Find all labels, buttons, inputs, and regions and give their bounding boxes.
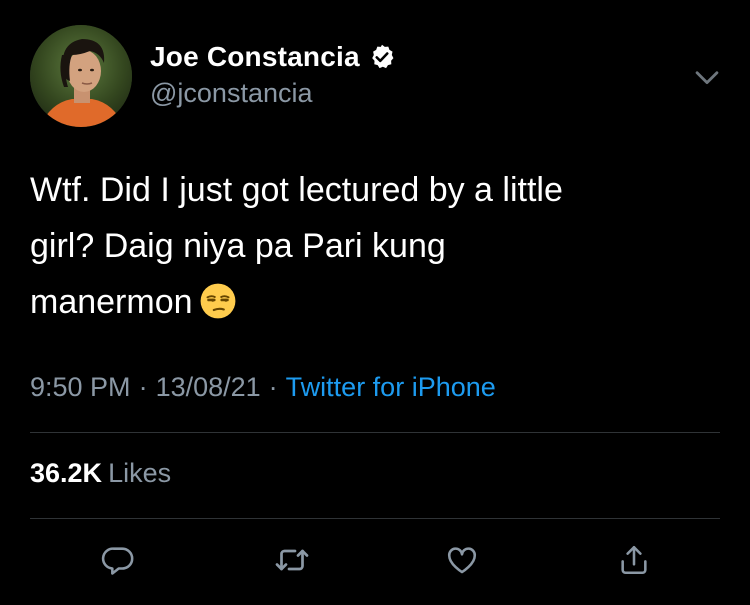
author-display-name[interactable]: Joe Constancia	[150, 41, 360, 73]
unamused-face-emoji-icon	[199, 281, 237, 319]
share-button[interactable]	[612, 540, 656, 584]
retweet-button[interactable]	[270, 540, 314, 584]
tweet-date[interactable]: 13/08/21	[156, 372, 261, 403]
verified-badge-icon	[368, 43, 396, 71]
tweet-text-line: Wtf. Did I just got lectured by a little	[30, 171, 563, 209]
avatar[interactable]	[30, 25, 132, 127]
tweet-source-link[interactable]: Twitter for iPhone	[286, 372, 496, 403]
likes-stat[interactable]: 36.2K Likes	[30, 458, 171, 489]
likes-label: Likes	[108, 458, 172, 488]
tweet-text-segment: manermon	[30, 283, 193, 321]
meta-separator: ·	[138, 372, 148, 402]
tweet-action-bar	[0, 540, 750, 590]
author-handle[interactable]: @jconstancia	[150, 78, 313, 109]
reply-icon	[101, 543, 135, 582]
avatar-image	[30, 25, 132, 127]
tweet-text: Wtf. Did I just got lectured by a little…	[30, 162, 730, 330]
likes-count: 36.2K	[30, 458, 103, 488]
tweet-text-line: girl? Daig niya pa Pari kung	[30, 227, 446, 265]
tweet: Joe Constancia @jconstancia Wtf. Did I j…	[0, 0, 750, 605]
divider	[30, 432, 720, 433]
author-name-row[interactable]: Joe Constancia	[150, 40, 396, 74]
divider	[30, 518, 720, 519]
heart-icon	[445, 543, 479, 582]
share-icon	[617, 543, 651, 582]
tweet-time[interactable]: 9:50 PM	[30, 372, 131, 403]
like-button[interactable]	[440, 540, 484, 584]
chevron-down-icon[interactable]	[690, 60, 724, 94]
tweet-meta: 9:50 PM · 13/08/21 · Twitter for iPhone	[30, 372, 496, 403]
retweet-icon	[274, 542, 310, 583]
reply-button[interactable]	[96, 540, 140, 584]
tweet-text-line-with-emoji: manermon	[30, 274, 730, 330]
meta-separator: ·	[268, 372, 278, 402]
